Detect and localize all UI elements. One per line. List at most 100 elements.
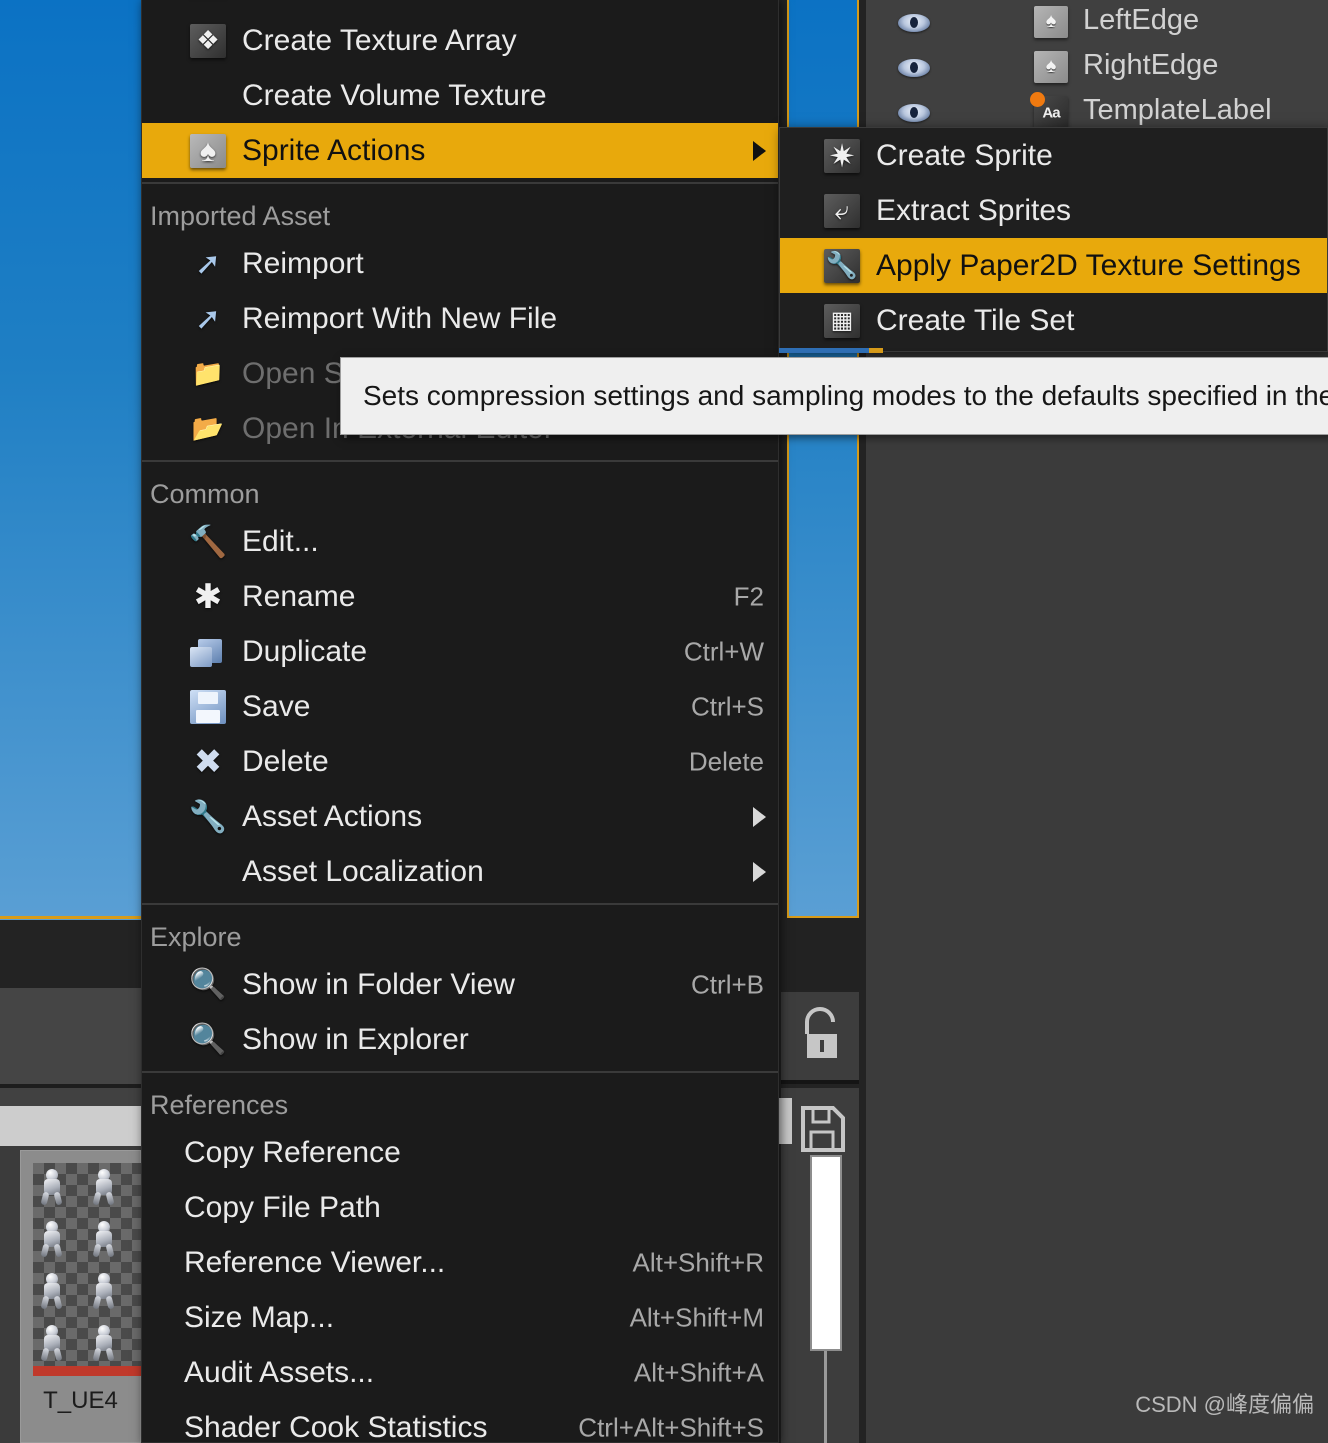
magnifier-icon: 🔍 — [189, 968, 227, 1001]
chevron-right-icon — [753, 140, 766, 161]
submenu-item-apply-paper2d-texture-settings[interactable]: 🔧 Apply Paper2D Texture Settings — [780, 238, 1327, 293]
menu-item-label: Delete — [242, 744, 329, 778]
menu-item-create-texture-array[interactable]: ❖ Create Texture Array — [142, 13, 778, 68]
save-floppy-icon — [190, 689, 226, 724]
menu-item-audit-assets[interactable]: Audit Assets... Alt+Shift+A — [142, 1345, 778, 1400]
menu-item-label: Create Sprite — [876, 138, 1053, 172]
menu-item-label: Size Map... — [184, 1300, 335, 1334]
menu-item-shortcut: Alt+Shift+M — [629, 1302, 764, 1332]
menu-item-label: Duplicate — [242, 634, 368, 668]
menu-item-create-volume-texture[interactable]: Create Volume Texture — [142, 68, 778, 123]
vertical-scrollbar-track[interactable] — [824, 1351, 827, 1443]
reimport-icon: ➚ — [195, 300, 221, 336]
extract-sprites-icon: ⤶ — [824, 193, 860, 228]
menu-item-shortcut: Ctrl+S — [691, 691, 764, 721]
menu-item-rename[interactable]: ✱ Rename F2 — [142, 569, 778, 624]
menu-item-label: Copy File Path — [184, 1190, 381, 1224]
menu-item-label: Extract Sprites — [876, 193, 1072, 227]
menu-item-reimport[interactable]: ➚ Reimport — [142, 236, 778, 291]
menu-item-shortcut: Ctrl+W — [683, 636, 764, 666]
left-panel-dark-band — [0, 920, 141, 988]
menu-item-label: Audit Assets... — [184, 1355, 375, 1389]
menu-item-asset-localization[interactable]: Asset Localization — [142, 844, 778, 899]
delete-x-icon: ✖ — [193, 742, 223, 781]
sprite-sheet-thumbnail — [33, 1163, 142, 1376]
submenu-item-extract-sprites[interactable]: ⤶ Extract Sprites — [780, 183, 1327, 238]
menu-item-shortcut: Alt+Shift+A — [633, 1357, 764, 1387]
vertical-scrollbar-thumb[interactable] — [810, 1155, 842, 1351]
wrench-icon: 🔧 — [824, 248, 860, 283]
menu-item-shortcut: Ctrl+Alt+Shift+S — [578, 1412, 764, 1442]
menu-item-reference-viewer[interactable]: Reference Viewer... Alt+Shift+R — [142, 1235, 778, 1290]
chevron-right-icon — [753, 806, 766, 827]
tree-item-label: RightEdge — [1083, 49, 1219, 81]
tile-set-icon: ▦ — [824, 303, 860, 338]
eye-icon[interactable] — [898, 54, 930, 80]
menu-item-duplicate[interactable]: Duplicate Ctrl+W — [142, 624, 778, 679]
menu-item-label: Copy Reference — [184, 1135, 401, 1169]
submenu-item-create-tile-set[interactable]: ▦ Create Tile Set — [780, 293, 1327, 348]
menu-section-imported-asset: Imported Asset — [150, 201, 331, 231]
asset-thumbnail-card[interactable]: T_UE4 — [20, 1150, 142, 1443]
sprite-actions-submenu: ✷ Create Sprite ⤶ Extract Sprites 🔧 Appl… — [779, 127, 1328, 352]
reimport-icon: ➚ — [195, 245, 221, 281]
menu-item-label: Reference Viewer... — [184, 1245, 446, 1279]
menu-item-shortcut: Alt+Shift+R — [632, 1247, 764, 1277]
menu-item-label: Show in Folder View — [242, 967, 515, 1001]
asset-context-menu: ❖ Create Texture Array Create Volume Tex… — [141, 0, 779, 1443]
center-dark-band — [779, 920, 866, 990]
menu-item-show-in-folder-view[interactable]: 🔍 Show in Folder View Ctrl+B — [142, 957, 778, 1012]
table-row[interactable]: ♠ RightEdge — [866, 45, 1328, 90]
spade-asset-icon: ♠ — [1034, 6, 1068, 38]
external-editor-icon: 📂 — [191, 413, 225, 443]
menu-item-label: Shader Cook Statistics — [184, 1410, 488, 1443]
left-selected-asset-tile[interactable] — [0, 0, 141, 920]
menu-item-asset-actions[interactable]: 🔧 Asset Actions — [142, 789, 778, 844]
menu-item-label: Asset Localization — [242, 854, 484, 888]
menu-item-label: Create Texture Array — [242, 23, 517, 57]
submenu-item-create-sprite[interactable]: ✷ Create Sprite — [780, 128, 1327, 183]
menu-item-shader-cook-statistics[interactable]: Shader Cook Statistics Ctrl+Alt+Shift+S — [142, 1400, 778, 1443]
menu-item-copy-file-path[interactable]: Copy File Path — [142, 1180, 778, 1235]
menu-item-size-map[interactable]: Size Map... Alt+Shift+M — [142, 1290, 778, 1345]
menu-item-sprite-actions[interactable]: ♠ Sprite Actions — [142, 123, 778, 178]
menu-item-label: Create Tile Set — [876, 303, 1075, 337]
unlock-icon — [805, 1007, 837, 1058]
asset-thumbnail-label: T_UE4 — [43, 1387, 118, 1414]
lock-toggle-button[interactable] — [781, 992, 859, 1084]
menu-item-save[interactable]: Save Ctrl+S — [142, 679, 778, 734]
menu-item-delete[interactable]: ✖ Delete Delete — [142, 734, 778, 789]
submenu-underline-accent-2 — [869, 348, 883, 353]
tooltip: Sets compression settings and sampling m… — [340, 357, 1328, 435]
eye-icon[interactable] — [898, 9, 930, 35]
menu-item-edit[interactable]: 🔨 Edit... — [142, 514, 778, 569]
menu-item-shortcut: Ctrl+B — [691, 969, 764, 999]
texture-array-icon: ❖ — [190, 23, 226, 58]
duplicate-icon — [190, 635, 226, 669]
chevron-right-icon — [753, 861, 766, 882]
tooltip-text: Sets compression settings and sampling m… — [363, 380, 1328, 411]
sprite-icon: ♠ — [190, 133, 226, 168]
table-row[interactable]: ♠ LeftEdge — [866, 0, 1328, 45]
menu-item-shortcut: F2 — [733, 581, 764, 611]
menu-item-label: Apply Paper2D Texture Settings — [876, 248, 1301, 282]
menu-item-copy-reference[interactable]: Copy Reference — [142, 1125, 778, 1180]
submenu-underline-accent — [779, 348, 869, 353]
menu-item-reimport-with-new-file[interactable]: ➚ Reimport With New File — [142, 291, 778, 346]
menu-section-references: References — [150, 1090, 289, 1120]
create-sprite-icon: ✷ — [824, 138, 860, 174]
globe-icon — [190, 855, 226, 889]
outliner-tree-panel: ♠ LeftEdge ♠ RightEdge Aa TemplateLabel — [866, 0, 1328, 130]
spade-asset-icon: ♠ — [1034, 51, 1068, 83]
menu-item-label: Show in Explorer — [242, 1022, 469, 1056]
edit-hammer-icon: 🔨 — [188, 524, 228, 559]
eye-icon[interactable] — [898, 99, 930, 125]
menu-item-show-in-explorer[interactable]: 🔍 Show in Explorer — [142, 1012, 778, 1067]
menu-item-label: Sprite Actions — [242, 133, 426, 167]
menu-item-label: Reimport With New File — [242, 301, 558, 335]
menu-item-label: Save — [242, 689, 311, 723]
save-floppy-icon[interactable] — [781, 1094, 859, 1164]
menu-section-explore: Explore — [150, 922, 242, 952]
menu-item-partial[interactable] — [142, 0, 778, 13]
editor-root: T_UE4 ♠ LeftEdge ♠ RightEdge Aa Template… — [0, 0, 1328, 1443]
